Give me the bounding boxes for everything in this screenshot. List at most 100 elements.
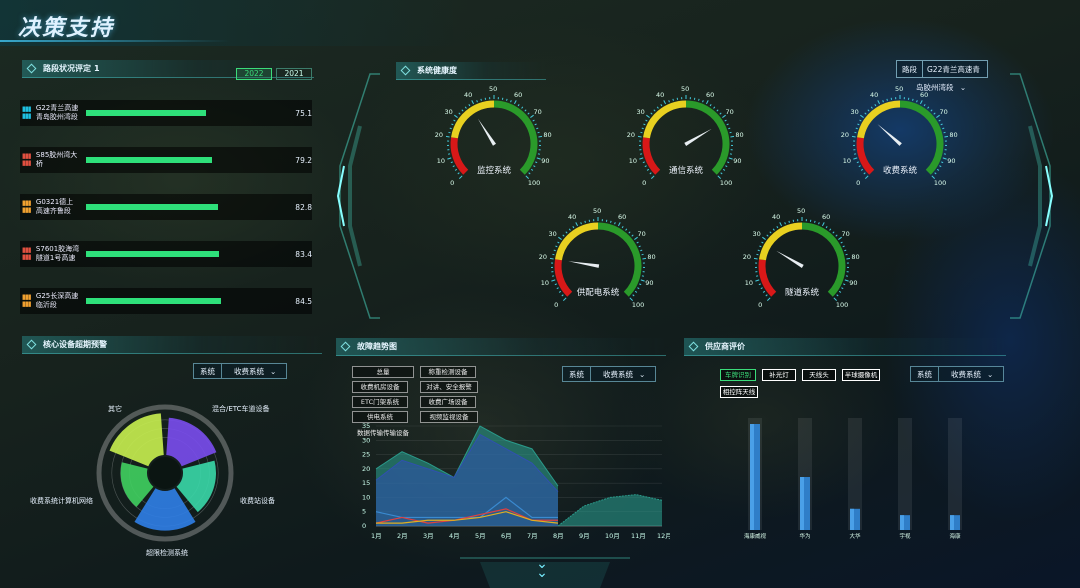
road-row[interactable]: ▮▮▮ ▮▮▮ G25长深高速临沂段 84.5 — [20, 288, 312, 314]
legend-alarm[interactable]: 对讲、安全报警 — [420, 381, 478, 393]
fault-system-select[interactable]: 系统 收费系统 ⌄ — [562, 366, 657, 382]
score-bar-fill — [85, 298, 221, 304]
gauge-tick-label: 80 — [543, 131, 552, 140]
fault-select-label: 系统 — [569, 369, 584, 379]
gauge-tick-label: 20 — [538, 253, 547, 262]
gauge-tick-label: 0 — [856, 178, 861, 187]
gauge-tick-label: 70 — [637, 229, 646, 238]
y-tick-label: 20 — [362, 465, 370, 473]
tag-antenna-head[interactable]: 天线头 — [802, 369, 836, 381]
supplier-system-select[interactable]: 系统 收费系统 ⌄ — [910, 366, 1005, 382]
x-tick-label: 1月 — [371, 532, 382, 540]
chevron-down-icon: ⌄ — [639, 369, 646, 379]
rose-slice — [109, 413, 164, 467]
gauge-tick-label: 50 — [489, 85, 498, 93]
x-tick-label: 7月 — [527, 532, 538, 540]
gauge-tick-label: 50 — [797, 207, 806, 215]
bar-track — [898, 418, 912, 530]
core-section-header: 核心设备超期预警 — [22, 336, 322, 354]
gauge-tick-label: 30 — [444, 107, 453, 116]
x-tick-label: 8月 — [553, 532, 564, 540]
y-tick-label: 0 — [362, 522, 366, 530]
year-2022-button[interactable]: 2022 — [236, 68, 272, 80]
bars-icon: ▮▮▮ ▮▮▮ — [22, 293, 32, 308]
gauge-tick-label: 90 — [849, 278, 858, 287]
gauge-dial — [446, 95, 542, 180]
x-tick-label: 11月 — [631, 532, 646, 540]
supplier-select-label: 系统 — [917, 369, 932, 379]
gauge-tick-label: 0 — [758, 300, 763, 309]
gauge-tick-label: 30 — [636, 107, 645, 116]
supplier-section-title: 供应商评价 — [705, 342, 745, 351]
road-name: G25长深高速临沂段 — [35, 292, 79, 309]
road-score: 84.5 — [295, 296, 312, 306]
y-tick-label: 15 — [362, 479, 370, 487]
rose-label-other: 其它 — [108, 405, 122, 413]
score-bar-fill — [85, 251, 220, 257]
core-section-title: 核心设备超期预警 — [43, 340, 107, 349]
bars-icon: ▮▮▮ ▮▮▮ — [22, 105, 32, 120]
road-name: S7601胶海湾隧道1号高速 — [35, 245, 80, 262]
page-title: 决策支持 — [18, 16, 115, 41]
gauge-dial — [852, 95, 948, 180]
gauge-tick-label: 20 — [434, 131, 443, 140]
tag-fill-light[interactable]: 补光灯 — [762, 369, 796, 381]
score-bar-fill — [85, 204, 219, 210]
gauge-tick-label: 60 — [617, 213, 627, 221]
legend-room[interactable]: 收费机房设备 — [352, 381, 408, 393]
score-bar — [85, 204, 285, 210]
road-row[interactable]: ▮▮▮ ▮▮▮ G22青兰高速青岛胶州湾段 75.1 — [20, 100, 312, 126]
tag-dome-camera[interactable]: 半球摄像机 — [842, 369, 880, 381]
core-select-value: 收费系统 — [234, 366, 264, 376]
x-tick-label: 12月 — [657, 532, 670, 540]
gauge-tick-label: 10 — [744, 278, 753, 287]
gauge-tick-label: 50 — [593, 207, 602, 215]
supplier-name: 华为 — [799, 532, 810, 540]
x-tick-label: 9月 — [579, 532, 590, 540]
year-2021-button[interactable]: 2021 — [276, 68, 312, 80]
gauge-tick-label: 60 — [821, 213, 831, 221]
supplier-name: 大华 — [849, 532, 861, 540]
score-bar — [85, 110, 285, 116]
gauge-label: 隧道系统 — [784, 288, 819, 298]
legend-weighing[interactable]: 称重检测设备 — [420, 366, 476, 378]
gauge-dial — [550, 217, 646, 302]
gauge-tick-label: 90 — [947, 156, 956, 165]
supplier-name: 海康威视 — [744, 532, 767, 540]
road-name: G0321德上高速齐鲁段 — [35, 198, 74, 215]
legend-etc[interactable]: ETC门架系统 — [352, 396, 408, 408]
gauge-tick-label: 60 — [705, 91, 715, 99]
x-tick-label: 2月 — [397, 532, 408, 540]
gauge-tick-label: 20 — [742, 253, 751, 262]
road-row[interactable]: ▮▮▮ ▮▮▮ G0321德上高速齐鲁段 82.8 — [20, 194, 312, 220]
tag-plate-recognition[interactable]: 车牌识别 — [720, 369, 756, 381]
gauge-dial — [638, 95, 734, 180]
gauge-tick-label: 100 — [631, 300, 645, 309]
health-gauge: 0 10 20 30 40 50 60 70 80 90 100 供配电系统 — [539, 207, 656, 314]
scroll-down-icon[interactable]: ⌄ ⌄ — [532, 557, 552, 580]
supplier-select-value: 收费系统 — [951, 369, 981, 379]
score-bar — [85, 298, 285, 304]
gauge-tick-label: 90 — [645, 278, 654, 287]
core-select-label: 系统 — [200, 366, 215, 376]
gauge-tick-label: 100 — [835, 300, 849, 309]
rose-label-etc: 混合/ETC车道设备 — [212, 405, 270, 413]
gauge-tick-label: 100 — [933, 178, 947, 187]
gauge-tick-label: 90 — [541, 156, 550, 165]
gauge-tick-label: 30 — [850, 107, 859, 116]
chevron-down-icon: ⌄ — [987, 369, 994, 379]
gauge-tick-label: 70 — [939, 107, 948, 116]
legend-total[interactable]: 总量 — [352, 366, 414, 378]
gauge-dial — [754, 217, 850, 302]
road-row[interactable]: ▮▮▮ ▮▮▮ S85胶州湾大桥 79.2 — [20, 147, 312, 173]
core-system-select[interactable]: 系统 收费系统 ⌄ — [193, 363, 288, 379]
supplier-section-header: 供应商评价 — [684, 338, 1006, 356]
x-tick-label: 6月 — [501, 532, 512, 540]
legend-plaza[interactable]: 收费广场设备 — [420, 396, 476, 408]
gauge-tick-label: 10 — [842, 156, 851, 165]
gauge-tick-label: 40 — [772, 213, 781, 221]
tag-phased-antenna[interactable]: 相控阵天线 — [720, 386, 758, 398]
gauge-tick-label: 70 — [533, 107, 542, 116]
road-row[interactable]: ▮▮▮ ▮▮▮ S7601胶海湾隧道1号高速 83.4 — [20, 241, 312, 267]
road-section-subtitle: 1 — [94, 64, 100, 73]
